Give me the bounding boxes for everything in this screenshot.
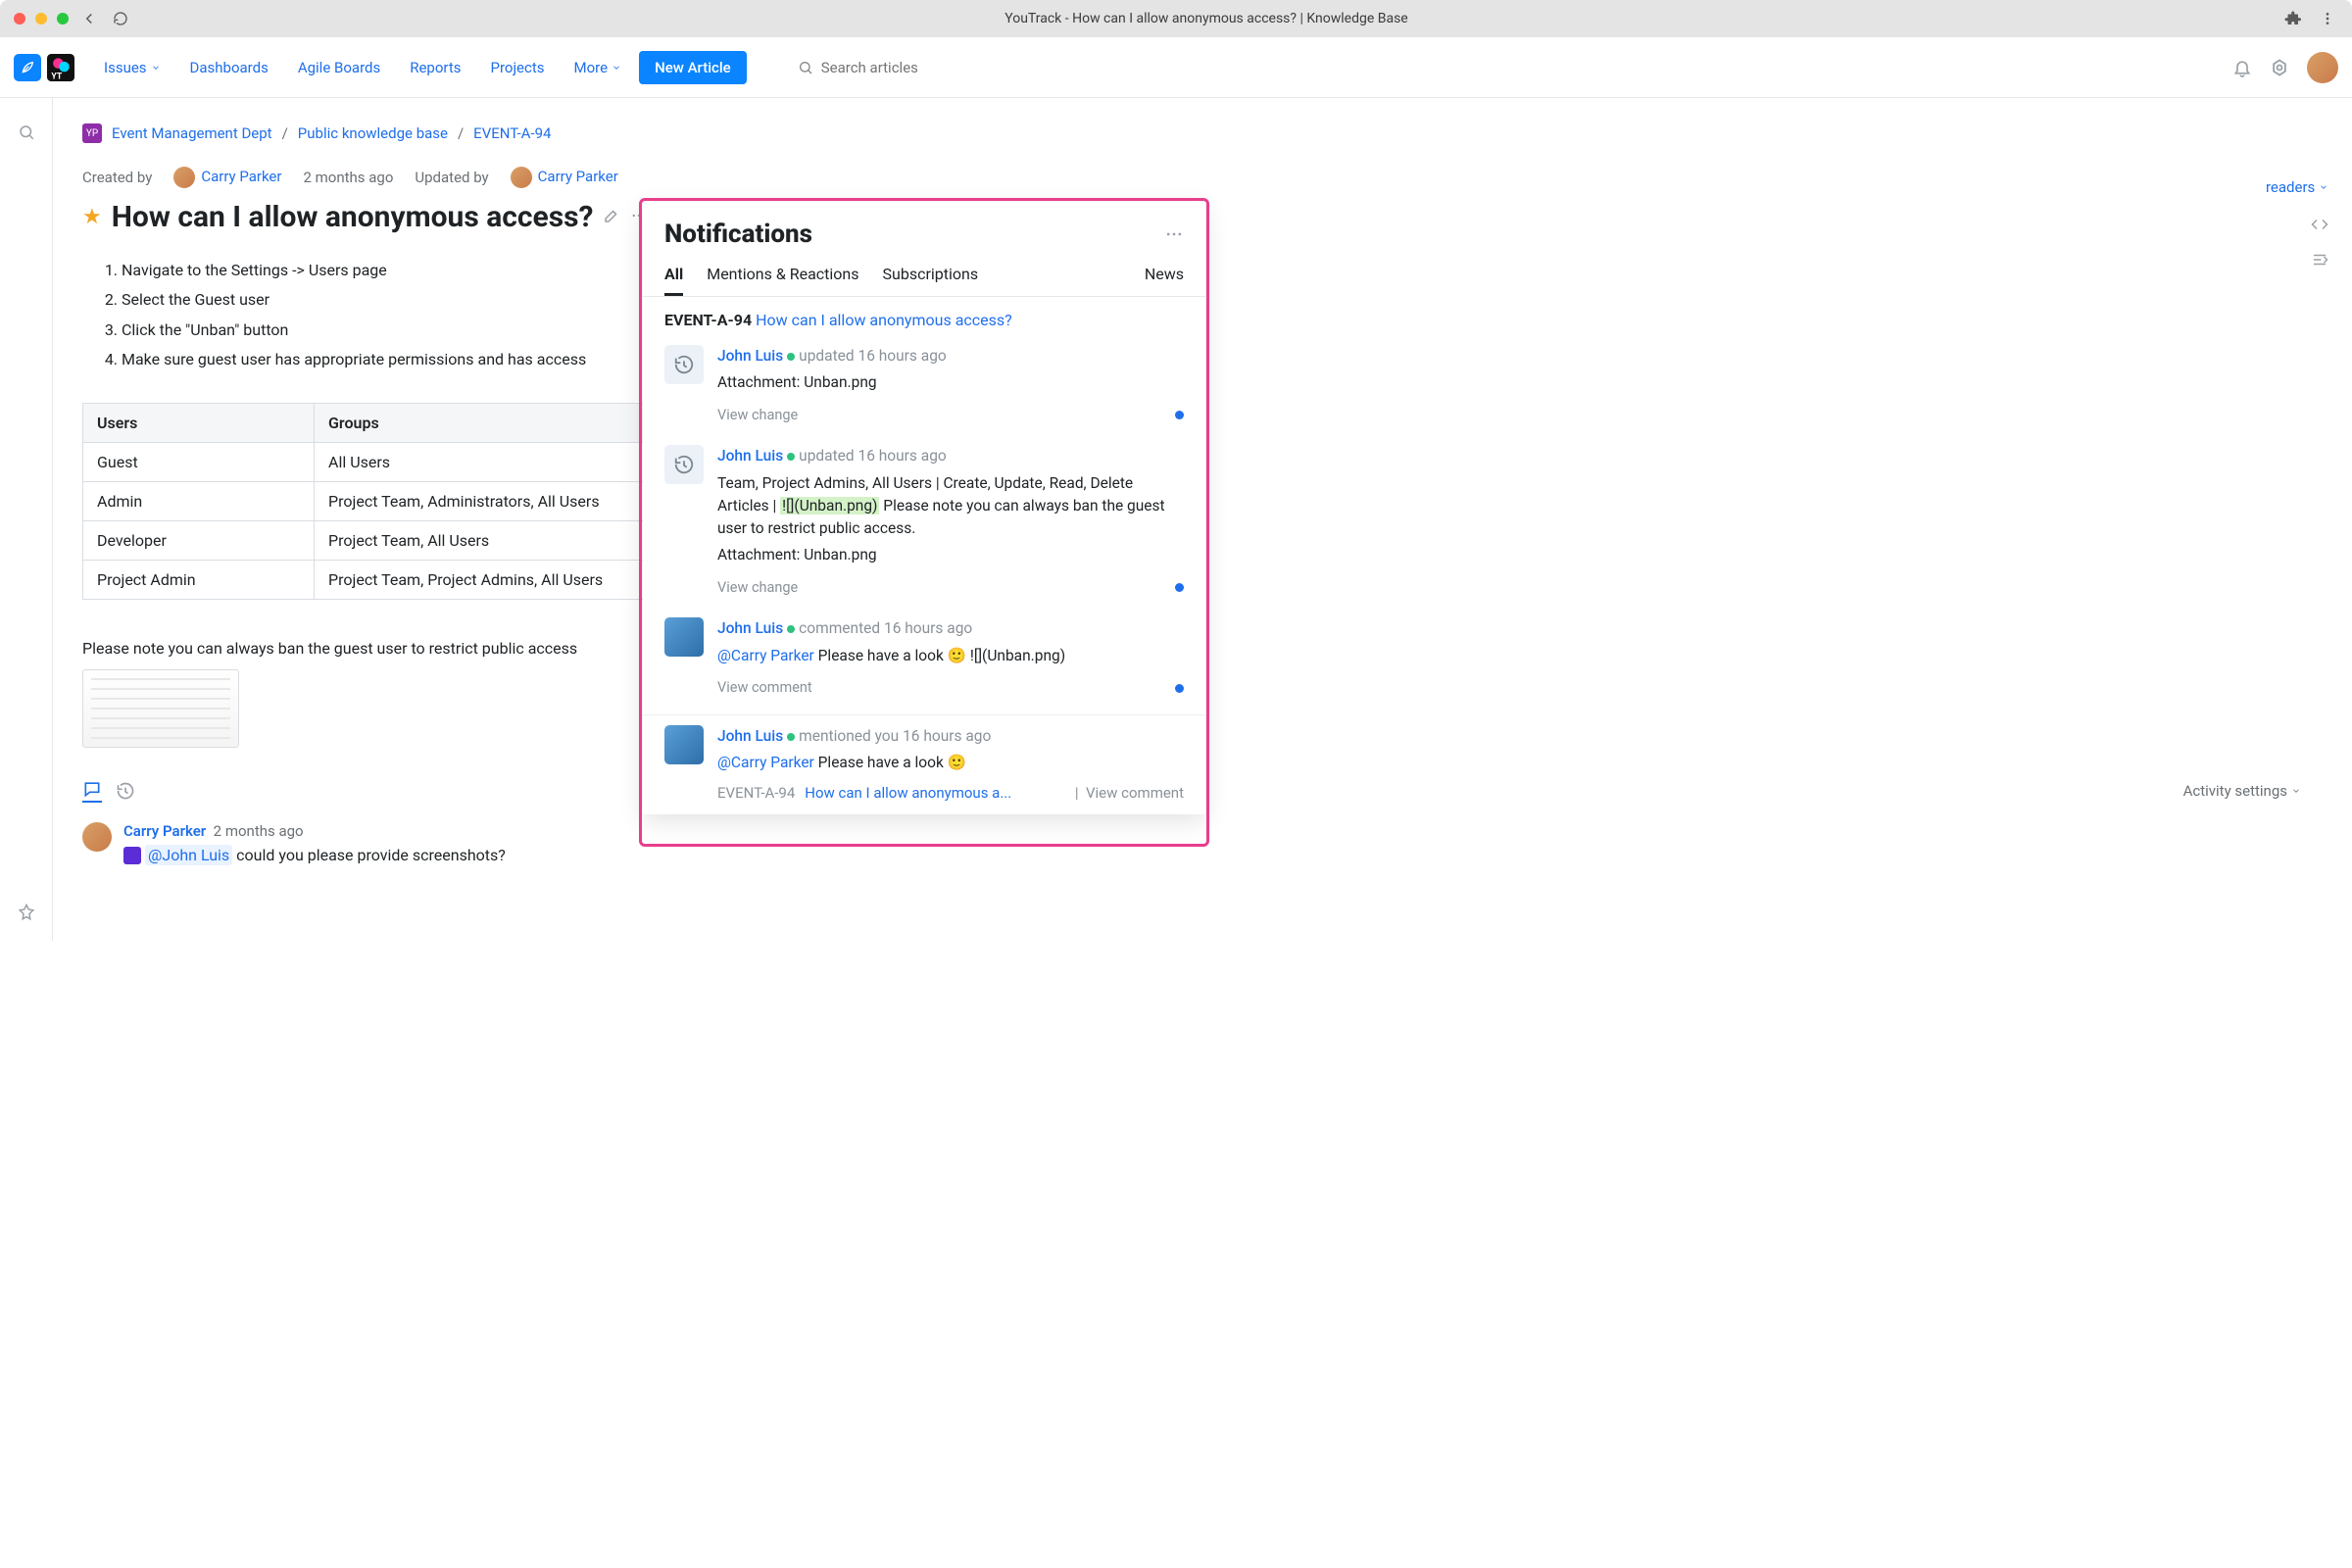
history-icon xyxy=(664,345,704,384)
mention[interactable]: @John Luis xyxy=(145,845,232,865)
nav-issues[interactable]: Issues xyxy=(104,59,161,76)
notifications-panel: Notifications All Mentions & Reactions S… xyxy=(643,202,1205,814)
youtrack-logo-icon: YT xyxy=(47,54,74,81)
avatar-icon xyxy=(664,617,704,657)
nav-more[interactable]: More xyxy=(574,59,622,76)
window-max-dot[interactable] xyxy=(57,13,69,24)
breadcrumb: YP Event Management Dept / Public knowle… xyxy=(82,123,2301,143)
window-titlebar: YouTrack - How can I allow anonymous acc… xyxy=(0,0,2352,37)
article-meta: Created by Carry Parker 2 months ago Upd… xyxy=(82,167,2301,188)
search-input[interactable] xyxy=(794,53,1029,82)
activity-settings-link[interactable]: Activity settings xyxy=(2183,782,2301,800)
avatar-icon xyxy=(173,167,195,188)
article-side-tools xyxy=(2311,216,2328,272)
window-close-dot[interactable] xyxy=(14,13,25,24)
created-time: 2 months ago xyxy=(303,169,393,186)
comment-item: Carry Parker 2 months ago @John Luis cou… xyxy=(82,822,2301,865)
avatar-icon xyxy=(82,822,112,852)
online-dot-icon xyxy=(787,733,795,741)
notification-group-header: EVENT-A-94 How can I allow anonymous acc… xyxy=(643,297,1205,335)
mention-badge-icon xyxy=(123,847,141,864)
unread-dot-icon xyxy=(1175,684,1184,693)
app-topbar: YT Issues Dashboards Agile Boards Report… xyxy=(0,37,2352,98)
article-title: How can I allow anonymous access? xyxy=(112,200,594,234)
nav-agile[interactable]: Agile Boards xyxy=(298,59,380,76)
notification-item[interactable]: John Luisupdated 16 hours ago Attachment… xyxy=(643,335,1205,435)
view-comment-link[interactable]: View comment xyxy=(717,677,1184,699)
nav-dashboards[interactable]: Dashboards xyxy=(190,59,269,76)
created-by-name[interactable]: Carry Parker xyxy=(201,168,281,185)
new-article-button[interactable]: New Article xyxy=(639,51,747,84)
tab-all[interactable]: All xyxy=(664,265,683,296)
pin-icon[interactable] xyxy=(18,904,35,921)
collapse-icon[interactable] xyxy=(2311,251,2328,272)
view-change-link[interactable]: View change xyxy=(717,405,1184,426)
reload-icon[interactable] xyxy=(110,8,131,29)
history-tab-icon[interactable] xyxy=(116,779,135,803)
feather-icon xyxy=(14,54,41,81)
table-header: Users xyxy=(83,403,315,442)
gear-icon[interactable] xyxy=(2270,58,2289,77)
online-dot-icon xyxy=(787,353,795,361)
window-title: YouTrack - How can I allow anonymous acc… xyxy=(141,11,2272,26)
left-sidebar xyxy=(0,98,53,941)
bell-icon[interactable] xyxy=(2232,58,2252,77)
breadcrumb-kb[interactable]: Public knowledge base xyxy=(298,124,448,142)
emoji-icon: 🙂 xyxy=(948,752,966,774)
avatar-icon xyxy=(511,167,532,188)
image-thumbnail[interactable] xyxy=(82,669,239,748)
notification-item[interactable]: John Luisupdated 16 hours ago Team, Proj… xyxy=(643,435,1205,608)
updated-by-label: Updated by xyxy=(415,169,488,186)
online-dot-icon xyxy=(787,625,795,633)
nav-projects[interactable]: Projects xyxy=(491,59,545,76)
kebab-icon[interactable] xyxy=(2317,8,2338,29)
app-logo[interactable]: YT xyxy=(14,54,74,81)
notifications-tabs: All Mentions & Reactions Subscriptions N… xyxy=(643,257,1205,297)
notifications-title: Notifications xyxy=(664,220,812,249)
tab-subscriptions[interactable]: Subscriptions xyxy=(883,265,979,296)
view-comment-link[interactable]: View comment xyxy=(1086,784,1184,802)
breadcrumb-project[interactable]: Event Management Dept xyxy=(112,124,272,142)
list-item: Navigate to the Settings -> Users page xyxy=(122,256,2301,285)
sidebar-search-icon[interactable] xyxy=(18,123,35,141)
updated-by-name[interactable]: Carry Parker xyxy=(538,168,618,185)
notification-item[interactable]: John Luiscommented 16 hours ago @Carry P… xyxy=(643,608,1205,708)
emoji-icon: 🙂 xyxy=(948,645,966,667)
online-dot-icon xyxy=(787,453,795,461)
search-icon xyxy=(798,60,813,75)
svg-text:YT: YT xyxy=(51,72,62,81)
code-icon[interactable] xyxy=(2311,216,2328,237)
search-box[interactable] xyxy=(794,53,1029,82)
view-change-link[interactable]: View change xyxy=(717,577,1184,599)
main-nav: Issues Dashboards Agile Boards Reports P… xyxy=(104,59,621,76)
nav-reports[interactable]: Reports xyxy=(410,59,461,76)
extension-icon[interactable] xyxy=(2281,8,2303,29)
steps-list: Navigate to the Settings -> Users page S… xyxy=(122,256,2301,375)
created-by-label: Created by xyxy=(82,169,152,186)
readers-link[interactable]: readers xyxy=(2266,178,2328,196)
user-avatar[interactable] xyxy=(2307,52,2338,83)
list-item: Click the "Unban" button xyxy=(122,316,2301,345)
group-title-link[interactable]: How can I allow anonymous access? xyxy=(756,311,1012,329)
tab-mentions[interactable]: Mentions & Reactions xyxy=(707,265,858,296)
avatar-icon xyxy=(664,725,704,764)
comment-author[interactable]: Carry Parker xyxy=(123,822,206,840)
list-item: Make sure guest user has appropriate per… xyxy=(122,345,2301,374)
window-min-dot[interactable] xyxy=(35,13,47,24)
edit-icon[interactable] xyxy=(603,207,620,228)
panel-more-icon[interactable] xyxy=(1164,224,1184,244)
history-icon xyxy=(664,445,704,484)
star-icon[interactable]: ★ xyxy=(82,205,102,229)
comment-text: @John Luis could you please provide scre… xyxy=(123,846,506,865)
comment-time: 2 months ago xyxy=(214,822,304,840)
tab-news[interactable]: News xyxy=(1145,265,1184,296)
notification-item[interactable]: John Luismentioned you 16 hours ago @Car… xyxy=(643,715,1205,814)
breadcrumb-id[interactable]: EVENT-A-94 xyxy=(473,124,551,142)
back-icon[interactable] xyxy=(78,8,100,29)
list-item: Select the Guest user xyxy=(122,285,2301,315)
comments-tab-icon[interactable] xyxy=(82,779,102,803)
project-badge-icon: YP xyxy=(82,123,102,143)
